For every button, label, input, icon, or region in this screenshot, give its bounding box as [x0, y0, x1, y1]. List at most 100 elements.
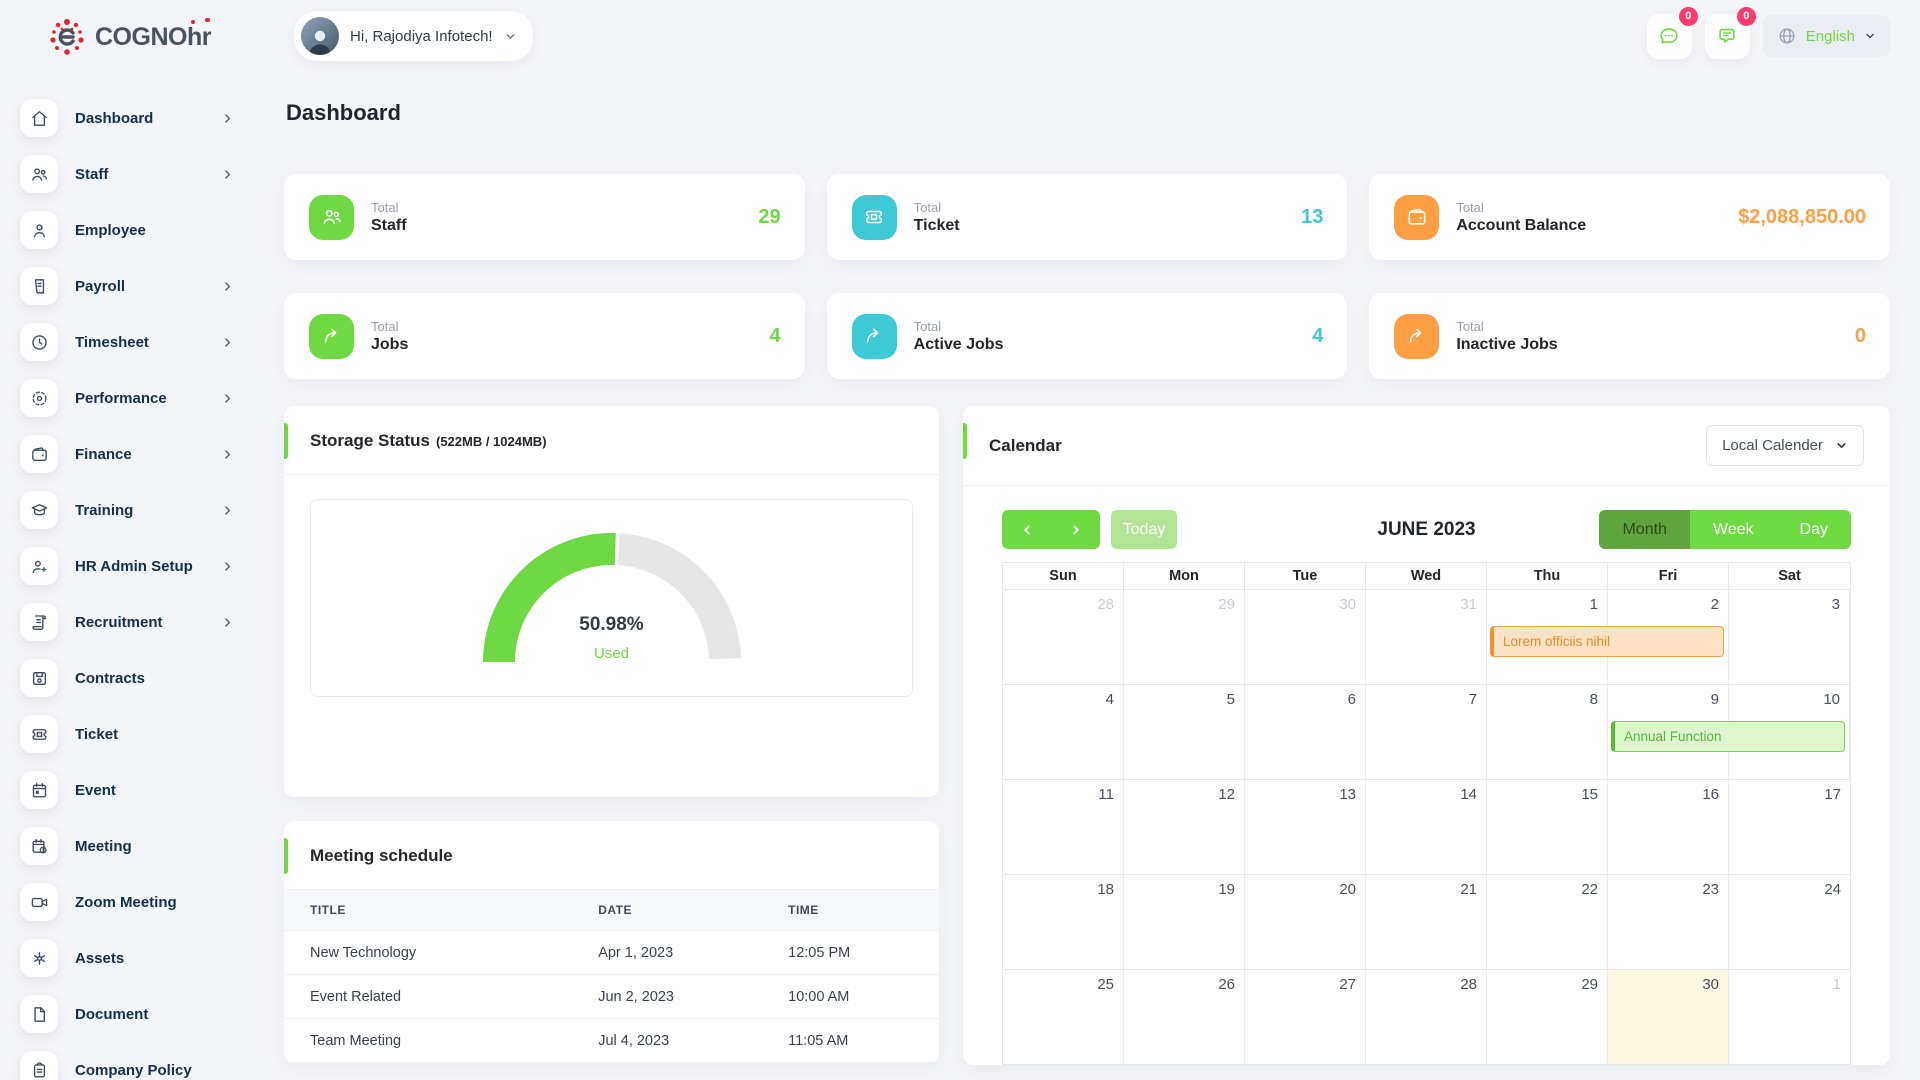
- sidebar-item-label: Event: [75, 782, 234, 799]
- stat-card-active-jobs[interactable]: TotalActive Jobs4: [827, 293, 1348, 379]
- scroll-icon-tile: [20, 603, 58, 641]
- calendar-day-cell[interactable]: 29: [1124, 590, 1245, 684]
- calendar-day-cell[interactable]: 8: [1487, 685, 1608, 779]
- calendar-day-cell[interactable]: 25: [1003, 970, 1124, 1064]
- calendar-day-cell[interactable]: 4: [1003, 685, 1124, 779]
- meeting-row[interactable]: Team MeetingJul 4, 202311:05 AM: [284, 1019, 939, 1063]
- calendar-day-cell[interactable]: 18: [1003, 875, 1124, 969]
- sidebar-item-company-policy[interactable]: Company Policy: [20, 1051, 234, 1080]
- meeting-cell: 11:05 AM: [762, 1019, 939, 1063]
- prev-month-button[interactable]: [1002, 510, 1051, 549]
- meeting-row[interactable]: Event RelatedJun 2, 202310:00 AM: [284, 975, 939, 1019]
- meeting-table-body: New TechnologyApr 1, 202312:05 PMEvent R…: [284, 931, 939, 1063]
- stat-card-ticket[interactable]: TotalTicket13: [827, 174, 1348, 260]
- sidebar-item-timesheet[interactable]: Timesheet: [20, 323, 234, 361]
- view-day-button[interactable]: Day: [1777, 510, 1851, 549]
- calendar-day-cell[interactable]: 6: [1245, 685, 1366, 779]
- meeting-cell: 10:00 AM: [762, 975, 939, 1019]
- storage-capacity: (522MB / 1024MB): [436, 434, 547, 449]
- calendar-day-cell[interactable]: 12: [1124, 780, 1245, 874]
- stat-card-account-balance[interactable]: TotalAccount Balance$2,088,850.00: [1369, 174, 1890, 260]
- sidebar-item-recruitment[interactable]: Recruitment: [20, 603, 234, 641]
- users-icon: [30, 165, 49, 184]
- sidebar-item-assets[interactable]: Assets: [20, 939, 234, 977]
- chat-button[interactable]: 0: [1647, 14, 1692, 59]
- app-root: COGNOhr Dashboard Staff Employee Payroll Tim…: [0, 0, 1920, 1080]
- stat-card-jobs[interactable]: TotalJobs4: [284, 293, 805, 379]
- messages-button[interactable]: 0: [1705, 14, 1750, 59]
- view-month-button[interactable]: Month: [1599, 510, 1689, 549]
- calendar-day-cell[interactable]: 13: [1245, 780, 1366, 874]
- calendar-card: Calendar Local Calender: [963, 406, 1890, 1065]
- brand-name: COGNOhr: [95, 23, 211, 52]
- calendar-day-cell[interactable]: 24: [1729, 875, 1850, 969]
- sidebar-item-zoom-meeting[interactable]: Zoom Meeting: [20, 883, 234, 921]
- today-button[interactable]: Today: [1111, 510, 1177, 549]
- floppy-icon: [30, 669, 49, 688]
- sidebar-item-event[interactable]: Event: [20, 771, 234, 809]
- stat-card-inactive-jobs[interactable]: TotalInactive Jobs0: [1369, 293, 1890, 379]
- calendar-nav-group: [1002, 510, 1100, 549]
- topbar-actions: 0 0 English: [1647, 14, 1890, 59]
- meeting-cell: 12:05 PM: [762, 931, 939, 975]
- calendar-day-cell[interactable]: 3: [1729, 590, 1850, 684]
- sidebar-item-dashboard[interactable]: Dashboard: [20, 99, 234, 137]
- chevron-right-icon: [221, 560, 234, 573]
- profile-menu-button[interactable]: Hi, Rajodiya Infotech!: [294, 11, 533, 61]
- calendar-day-cell[interactable]: 30: [1608, 970, 1729, 1064]
- calendar-day-cell[interactable]: 29: [1487, 970, 1608, 1064]
- calendar-day-cell[interactable]: 30: [1245, 590, 1366, 684]
- chevron-right-icon: [221, 616, 234, 629]
- calendar-day-cell[interactable]: 20: [1245, 875, 1366, 969]
- calendar-day-cell[interactable]: 28: [1003, 590, 1124, 684]
- brand-logo[interactable]: COGNOhr: [20, 13, 234, 61]
- calendar-day-cell[interactable]: 1: [1729, 970, 1850, 1064]
- brand-logo-icon: [46, 16, 88, 58]
- meeting-row[interactable]: New TechnologyApr 1, 202312:05 PM: [284, 931, 939, 975]
- calendar-source-select[interactable]: Local Calender: [1706, 425, 1864, 466]
- sidebar-item-hr-admin-setup[interactable]: HR Admin Setup: [20, 547, 234, 585]
- sidebar-item-document[interactable]: Document: [20, 995, 234, 1033]
- meeting-table-header-row: TITLEDATETIME: [284, 890, 939, 931]
- weekday-header-tue: Tue: [1245, 563, 1366, 589]
- calendar-day-cell[interactable]: 31: [1366, 590, 1487, 684]
- language-selector[interactable]: English: [1763, 15, 1890, 57]
- calendar-day-cell[interactable]: 22: [1487, 875, 1608, 969]
- sidebar-item-contracts[interactable]: Contracts: [20, 659, 234, 697]
- view-week-button[interactable]: Week: [1690, 510, 1777, 549]
- sidebar-item-staff[interactable]: Staff: [20, 155, 234, 193]
- calendar-day-cell[interactable]: 5: [1124, 685, 1245, 779]
- calendar-day-cell[interactable]: 28: [1366, 970, 1487, 1064]
- sidebar-item-ticket[interactable]: Ticket: [20, 715, 234, 753]
- next-month-button[interactable]: [1051, 510, 1100, 549]
- sidebar-item-meeting[interactable]: Meeting: [20, 827, 234, 865]
- clock-icon: [30, 333, 49, 352]
- calendar-day-cell[interactable]: 16: [1608, 780, 1729, 874]
- sidebar-item-employee[interactable]: Employee: [20, 211, 234, 249]
- calendar-day-cell[interactable]: 7: [1366, 685, 1487, 779]
- calendar-event[interactable]: Lorem officiis nihil: [1490, 626, 1724, 657]
- sidebar-item-finance[interactable]: Finance: [20, 435, 234, 473]
- calendar-day-cell[interactable]: 26: [1124, 970, 1245, 1064]
- calendar-day-cell[interactable]: 15: [1487, 780, 1608, 874]
- sidebar-item-training[interactable]: Training: [20, 491, 234, 529]
- calendar-event[interactable]: Annual Function: [1611, 721, 1845, 752]
- clipboard-icon: [30, 1061, 49, 1080]
- stat-card-text: TotalInactive Jobs: [1456, 319, 1557, 354]
- stat-card-staff[interactable]: TotalStaff29: [284, 174, 805, 260]
- calendar-day-cell[interactable]: 21: [1366, 875, 1487, 969]
- calendar-day-cell[interactable]: 23: [1608, 875, 1729, 969]
- calendar-day-cell[interactable]: 27: [1245, 970, 1366, 1064]
- chevron-right-icon: [221, 336, 234, 349]
- calendar-title: Calendar: [989, 436, 1062, 456]
- sidebar-item-performance[interactable]: Performance: [20, 379, 234, 417]
- calendar-day-cell[interactable]: 17: [1729, 780, 1850, 874]
- chevron-down-icon: [1835, 439, 1848, 452]
- storage-title: Storage Status: [310, 431, 430, 451]
- calendar-day-cell[interactable]: 19: [1124, 875, 1245, 969]
- calendar-day-cell[interactable]: 11: [1003, 780, 1124, 874]
- calendar-day-cell[interactable]: 14: [1366, 780, 1487, 874]
- sidebar-item-payroll[interactable]: Payroll: [20, 267, 234, 305]
- storage-used-label: Used: [311, 645, 912, 662]
- calendar-view-switch: MonthWeekDay: [1599, 510, 1851, 549]
